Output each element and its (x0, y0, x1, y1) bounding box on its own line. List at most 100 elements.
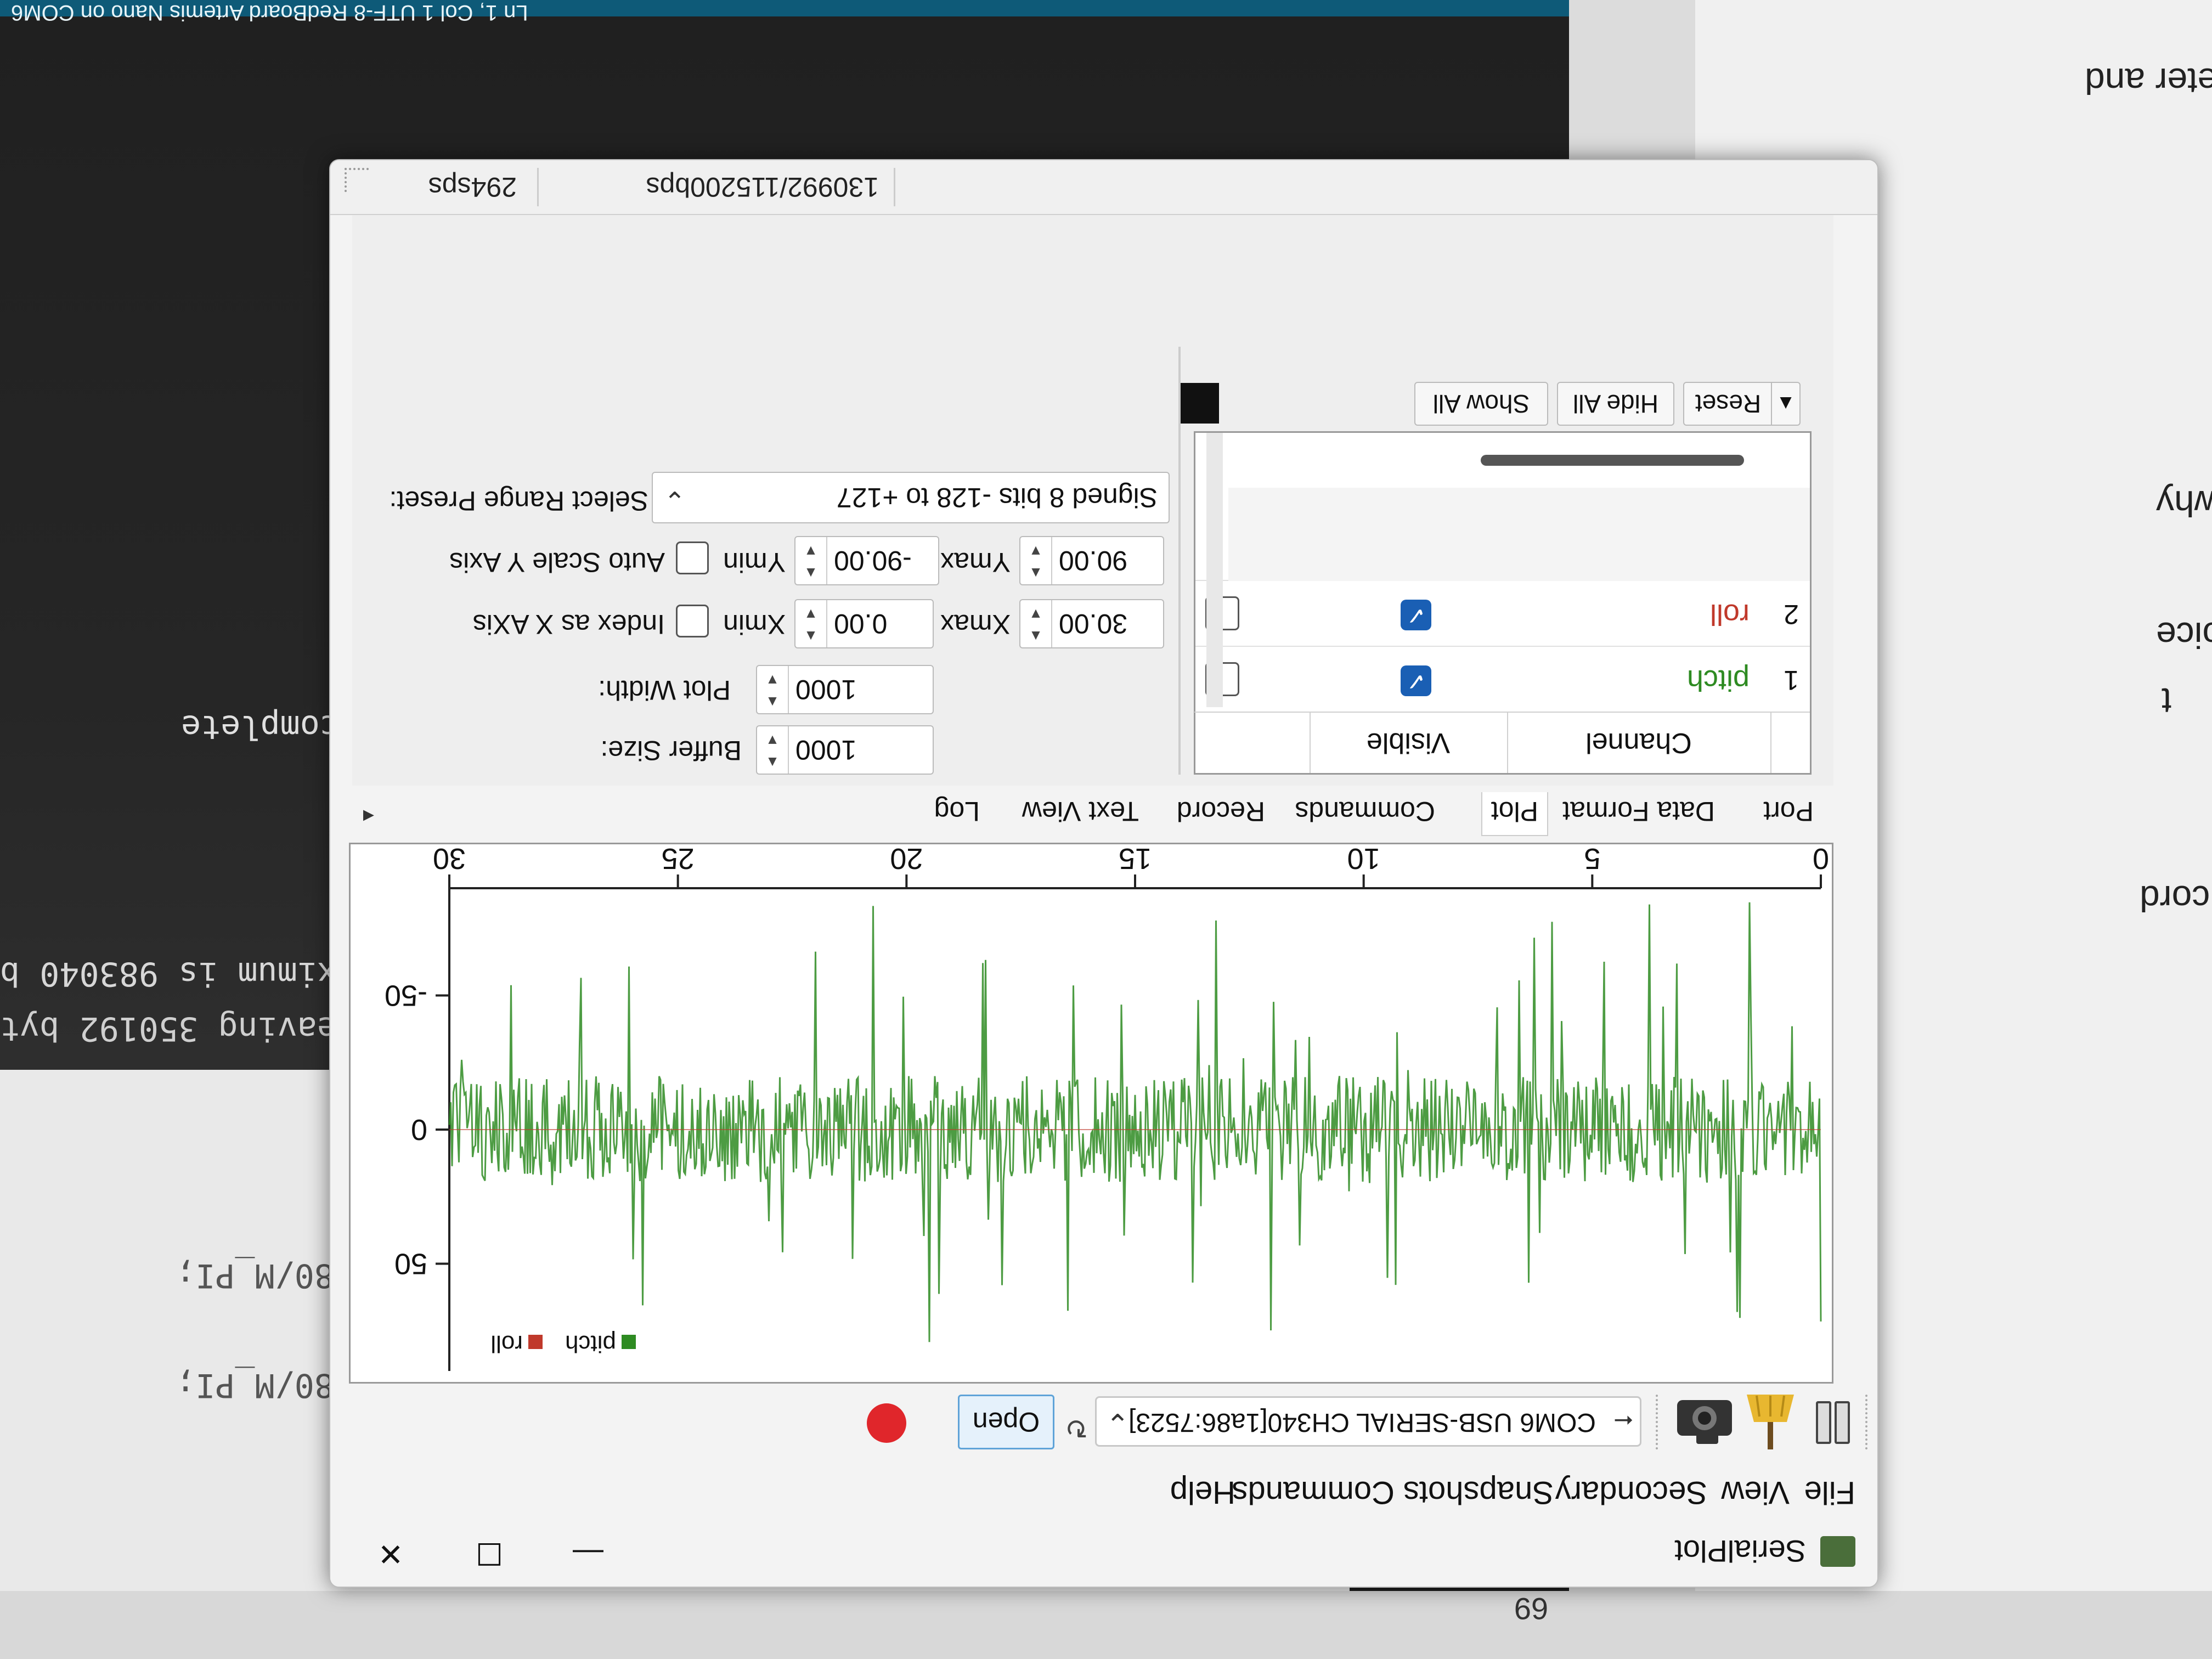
document-text: cord (2140, 878, 2210, 919)
resize-grip-icon[interactable] (345, 168, 369, 192)
table-row[interactable]: 2 roll ✓ (1195, 580, 1810, 647)
panel-separator (1178, 347, 1181, 775)
status-separator (537, 168, 539, 206)
tab-commands[interactable]: Commands (1286, 792, 1444, 831)
visible-checkbox[interactable]: ✓ (1401, 600, 1431, 630)
y-tick-label: -50 (385, 979, 427, 1012)
visible-checkbox[interactable]: ✓ (1401, 665, 1431, 696)
horizontal-scrollbar[interactable] (1481, 455, 1744, 466)
column-header-visible[interactable]: Visible (1310, 712, 1508, 773)
tab-scroll-arrow-icon[interactable]: ◂ (363, 804, 374, 830)
legend-label: pitch (565, 1330, 616, 1357)
tab-text-view[interactable]: Text View (1013, 792, 1148, 831)
terminal-complete-text: complete (181, 708, 340, 746)
close-button[interactable]: ✕ (352, 1532, 429, 1576)
plot-area[interactable]: 0 5 10 15 20 25 30 50 0 -50 pitch roll (349, 843, 1833, 1384)
table-row[interactable]: 1 pitch ✓ (1195, 646, 1810, 713)
channel-table: Channel Visible 1 pitch ✓ 2 roll ✓ (1194, 431, 1812, 775)
index-as-x-checkbox[interactable] (676, 605, 709, 637)
document-text: t (2162, 681, 2172, 721)
terminal-line: aximum is 983040 b (0, 955, 357, 993)
channel-name[interactable]: pitch (1687, 663, 1750, 697)
menu-snapshots[interactable]: Snapshots (1403, 1474, 1554, 1511)
plot-width-value: 1000 (795, 674, 857, 705)
auto-scale-y-checkbox[interactable] (676, 541, 709, 574)
maximize-button[interactable]: ☐ (451, 1532, 528, 1576)
usb-icon: ⭠ (1613, 1408, 1633, 1435)
x-tick-label: 30 (433, 844, 466, 875)
toolbar-separator (1654, 1395, 1658, 1449)
status-sps: 294sps (428, 172, 517, 202)
channel-buttons: ▲ Reset Hide All Show All (1178, 380, 1812, 429)
settings-tabs: Port Data Format Plot Commands Record Te… (352, 785, 1833, 840)
channel-name[interactable]: roll (1710, 597, 1750, 631)
tab-log[interactable]: Log (926, 792, 989, 831)
spin-arrows-icon[interactable]: ▲ ▼ (1020, 600, 1052, 647)
y-tick-label: 0 (411, 1113, 427, 1146)
range-preset-label: Select Range Preset: (389, 486, 649, 516)
buffer-size-value: 1000 (795, 735, 857, 765)
spin-arrows-icon[interactable]: ▲ ▼ (795, 600, 827, 647)
toolbar: ⭠ COM6 USB-SERIAL CH340[1a86:7523] ⌄ ↻ O… (330, 1384, 1877, 1466)
range-preset-value: Signed 8 bits -128 to +127 (836, 482, 1158, 513)
plot-canvas: 0 5 10 15 20 25 30 50 0 -50 pitch roll (385, 844, 1829, 1371)
tab-data-format[interactable]: Data Format (1554, 792, 1724, 831)
row-number: 1 (1784, 665, 1799, 696)
open-button[interactable]: Open (958, 1395, 1054, 1449)
refresh-icon[interactable]: ↻ (1060, 1406, 1093, 1444)
buffer-size-label: Buffer Size: (600, 735, 742, 766)
reset-button[interactable]: ▲ Reset (1683, 382, 1801, 426)
range-preset-select[interactable]: Signed 8 bits -128 to +127 ⌄ (652, 472, 1170, 523)
channel-color-swatch[interactable] (1178, 383, 1219, 424)
line-number: 69 (1514, 1592, 1549, 1626)
column-header-channel[interactable]: Channel (1507, 712, 1771, 773)
pause-icon[interactable] (1815, 1406, 1850, 1444)
title-bar[interactable]: SerialPlot — ☐ ✕ (330, 1521, 1877, 1587)
plot-width-spinbox[interactable]: 1000 ▲ ▼ (756, 665, 934, 714)
menu-help[interactable]: Help (1170, 1474, 1235, 1511)
toolbar-handle[interactable] (1860, 1395, 1867, 1449)
menu-file[interactable]: File (1804, 1474, 1855, 1511)
vertical-scrollbar[interactable] (1206, 433, 1223, 707)
xmax-spinbox[interactable]: 30.00 ▲ ▼ (1019, 599, 1164, 648)
tab-port[interactable]: Port (1754, 792, 1822, 831)
ymax-spinbox[interactable]: 90.00 ▲ ▼ (1019, 536, 1164, 585)
ymin-label: Ymin (723, 547, 786, 578)
x-tick-label: 0 (1813, 844, 1829, 875)
code-line: 80/M_PI; (176, 1366, 334, 1404)
menu-commands[interactable]: Commands (1232, 1474, 1395, 1511)
dropdown-arrow-icon[interactable]: ▲ (1771, 383, 1799, 425)
x-tick-label: 10 (1347, 844, 1380, 875)
serialplot-window: SerialPlot — ☐ ✕ File View Secondary Sna… (329, 159, 1878, 1588)
table-corner (1771, 712, 1810, 773)
editor-status-bar: Ln 1, Col 1 UTF-8 RedBoard Artemis Nano … (0, 0, 1695, 25)
menu-secondary[interactable]: Secondary (1555, 1474, 1707, 1511)
buffer-size-spinbox[interactable]: 1000 ▲ ▼ (756, 725, 934, 775)
port-select-value: COM6 USB-SERIAL CH340[1a86:7523] (1128, 1408, 1596, 1437)
xmin-spinbox[interactable]: 0.00 ▲ ▼ (794, 599, 934, 648)
spin-arrows-icon[interactable]: ▲ ▼ (1020, 537, 1052, 584)
status-bar: 130992/115200bps 294sps (330, 159, 1877, 215)
index-as-x-label: Index as X AXis (472, 609, 665, 640)
show-all-button[interactable]: Show All (1414, 382, 1548, 426)
spin-arrows-icon[interactable]: ▲ ▼ (757, 666, 789, 713)
ymin-spinbox[interactable]: -90.00 ▲ ▼ (794, 536, 939, 585)
spin-arrows-icon[interactable]: ▲ ▼ (757, 726, 789, 774)
ymax-label: Ymax (940, 547, 1011, 578)
window-title: SerialPlot (1674, 1534, 1806, 1568)
tab-record[interactable]: Record (1168, 792, 1274, 831)
minimize-button[interactable]: — (550, 1532, 627, 1576)
x-tick-label: 15 (1119, 844, 1152, 875)
record-icon[interactable] (867, 1403, 906, 1443)
document-text: oice (2156, 615, 2212, 656)
spin-arrows-icon[interactable]: ▲ ▼ (795, 537, 827, 584)
menu-view[interactable]: View (1721, 1474, 1790, 1511)
status-bps: 130992/115200bps (646, 172, 879, 202)
camera-icon[interactable] (1674, 1395, 1735, 1449)
port-select[interactable]: ⭠ COM6 USB-SERIAL CH340[1a86:7523] ⌄ (1095, 1396, 1641, 1447)
tab-plot[interactable]: Plot (1481, 792, 1548, 836)
hide-all-button[interactable]: Hide All (1557, 382, 1674, 426)
chevron-down-icon: ⌄ (1105, 1407, 1130, 1439)
broom-icon[interactable] (1746, 1395, 1795, 1449)
code-line: 80/M_PI; (176, 1256, 334, 1295)
